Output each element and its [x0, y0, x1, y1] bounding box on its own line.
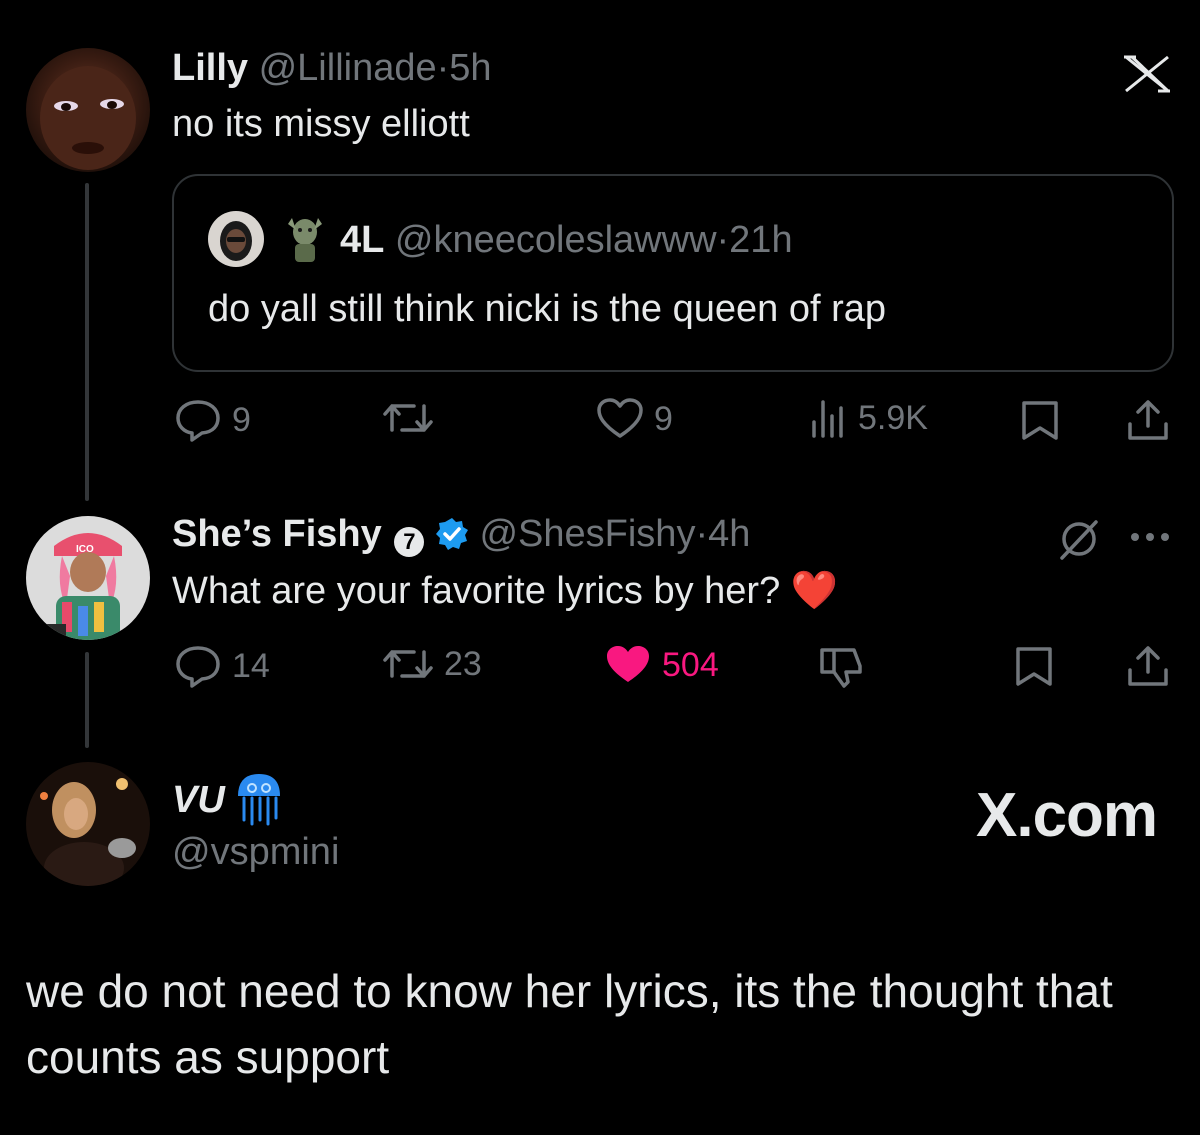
repost-button[interactable]	[382, 398, 434, 438]
thread-line	[85, 652, 89, 748]
quote-author-name: 4L	[340, 219, 385, 261]
tweet1-header: Lilly @Lillinade·5h	[172, 46, 492, 90]
avatar-lilly[interactable]	[26, 48, 150, 172]
reply-count: 9	[232, 400, 251, 439]
avatar-shesfishy[interactable]: ICO	[26, 516, 150, 640]
verified-icon	[435, 518, 468, 550]
author-handle[interactable]: @vspmini	[172, 830, 339, 874]
like-count: 9	[654, 399, 673, 438]
timestamp[interactable]: 5h	[449, 47, 491, 89]
reply-text: we do not need to know her lyrics, its t…	[26, 965, 1113, 1083]
like-button[interactable]: 504	[604, 644, 719, 686]
reply-count: 14	[232, 646, 270, 685]
reply-icon	[176, 646, 220, 688]
x-logo-icon[interactable]	[1122, 55, 1172, 93]
red-heart-emoji: ❤️	[790, 570, 839, 612]
views-button[interactable]: 5.9K	[808, 398, 928, 438]
author-handle[interactable]: @ShesFishy	[479, 513, 695, 555]
separator: ·	[695, 513, 709, 555]
reply-button[interactable]: 14	[174, 644, 270, 688]
thread-line	[85, 183, 89, 501]
separator: ·	[716, 219, 730, 261]
like-button[interactable]: 9	[596, 398, 673, 440]
tweet1-text: no its missy elliott	[172, 103, 470, 145]
author-handle[interactable]: @Lillinade	[259, 47, 437, 89]
quoted-tweet[interactable]	[172, 174, 1174, 372]
like-filled-icon	[607, 646, 649, 682]
bookmark-icon[interactable]	[1020, 400, 1060, 442]
view-count: 5.9K	[858, 398, 928, 437]
repost-icon	[383, 650, 433, 678]
author-name[interactable]: VU	[172, 779, 225, 821]
bookmark-icon[interactable]	[1014, 646, 1054, 688]
author-name[interactable]: She’s Fishy	[172, 513, 382, 555]
quote-text: do yall still think nicki is the queen o…	[208, 288, 887, 330]
quote-author-handle: @kneecoleslawww	[394, 219, 717, 261]
goblin-emoji-icon	[288, 218, 322, 262]
separator: ·	[436, 47, 450, 89]
avatar-vu[interactable]	[26, 762, 150, 886]
tweet2-header: She’s Fishy 7 @ShesFishy·4h	[172, 512, 750, 557]
like-count: 504	[662, 645, 719, 684]
quote-avatar	[208, 211, 264, 267]
author-name[interactable]: Lilly	[172, 47, 248, 89]
quote-timestamp: 21h	[729, 219, 793, 261]
repost-icon	[383, 404, 433, 432]
reply-icon	[176, 400, 220, 442]
tweet2-text-content: What are your favorite lyrics by her?	[172, 570, 781, 612]
xcom-watermark: X.com	[976, 781, 1158, 850]
dislike-icon[interactable]	[818, 646, 864, 688]
grok-icon[interactable]	[1056, 518, 1102, 560]
jellyfish-emoji-icon	[238, 774, 280, 826]
timestamp[interactable]: 4h	[708, 513, 750, 555]
reply-button[interactable]: 9	[174, 398, 251, 442]
share-icon[interactable]	[1126, 644, 1170, 688]
repost-count: 23	[444, 644, 482, 683]
tweet2-text: What are your favorite lyrics by her? ❤️	[172, 568, 838, 614]
repost-button[interactable]: 23	[382, 644, 482, 684]
vu-header: VU	[172, 778, 225, 822]
quote-header: 4L @kneecoleslawww·21h	[340, 218, 793, 262]
more-icon[interactable]	[1130, 532, 1170, 542]
views-icon	[812, 400, 843, 438]
like-icon	[597, 398, 643, 438]
affiliate-badge: 7	[394, 527, 425, 557]
share-icon[interactable]	[1126, 398, 1170, 442]
